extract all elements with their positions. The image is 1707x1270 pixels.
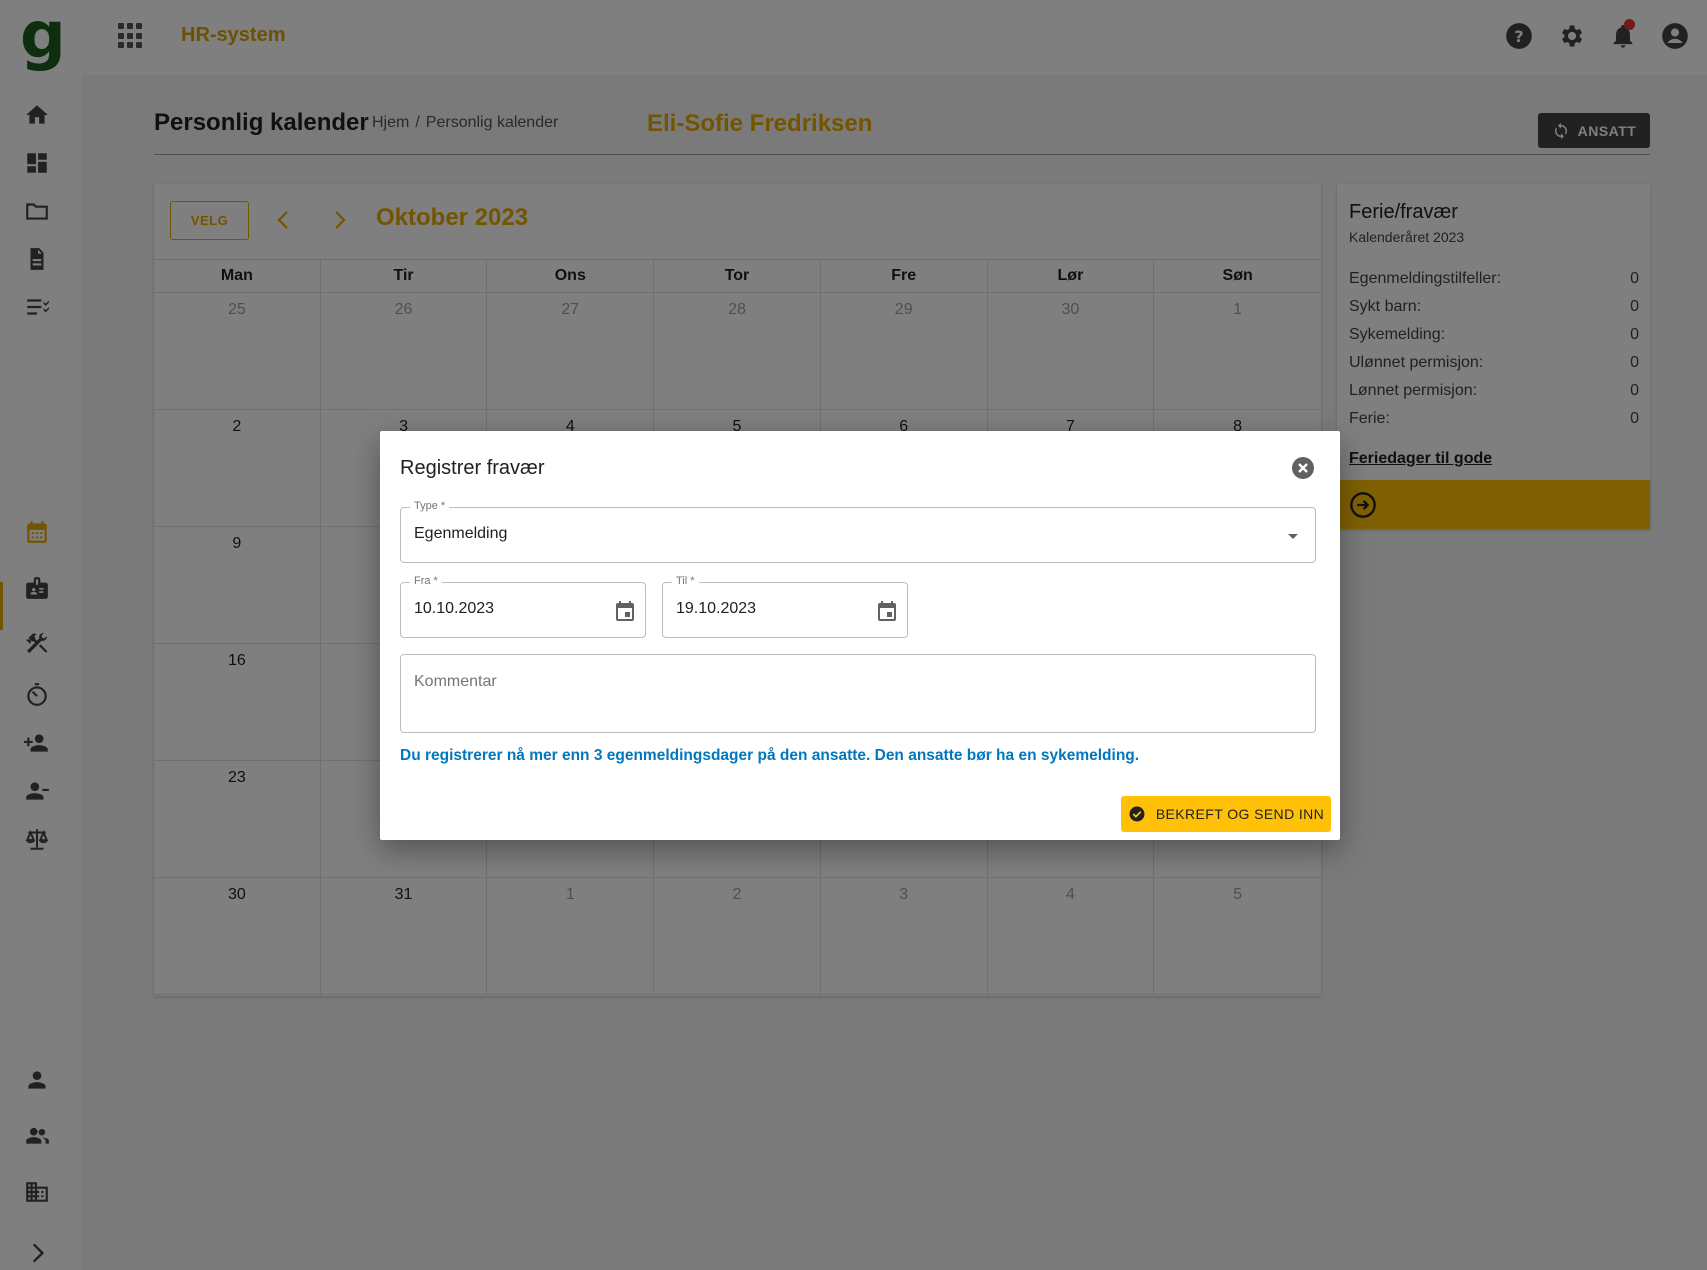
til-value: 19.10.2023 (676, 600, 757, 617)
til-label: Til * (672, 575, 699, 587)
fra-label: Fra * (410, 575, 442, 587)
check-circle-icon (1129, 806, 1145, 822)
type-label: Type * (410, 500, 450, 512)
fra-date-field[interactable]: Fra * 10.10.2023 (400, 575, 646, 638)
registrer-fravaer-dialog: Registrer fravær Type * Egenmelding Fra … (380, 431, 1340, 840)
dialog-title: Registrer fravær (400, 457, 545, 479)
type-value: Egenmelding (414, 525, 508, 542)
close-icon[interactable] (1291, 456, 1315, 480)
fra-value: 10.10.2023 (414, 600, 495, 617)
dropdown-arrow-icon (1288, 534, 1298, 539)
egenmelding-warning: Du registrerer nå mer enn 3 egenmeldings… (400, 747, 1140, 764)
bekreft-og-send-inn-button[interactable]: BEKREFT OG SEND INN (1121, 796, 1331, 832)
kommentar-input[interactable]: Kommentar (400, 654, 1316, 733)
til-date-field[interactable]: Til * 19.10.2023 (662, 575, 908, 638)
calendar-picker-icon[interactable] (613, 599, 637, 623)
submit-label: BEKREFT OG SEND INN (1155, 806, 1325, 822)
type-select[interactable]: Type * Egenmelding (400, 500, 1316, 563)
calendar-picker-icon[interactable] (875, 599, 899, 623)
kommentar-placeholder: Kommentar (414, 673, 497, 690)
